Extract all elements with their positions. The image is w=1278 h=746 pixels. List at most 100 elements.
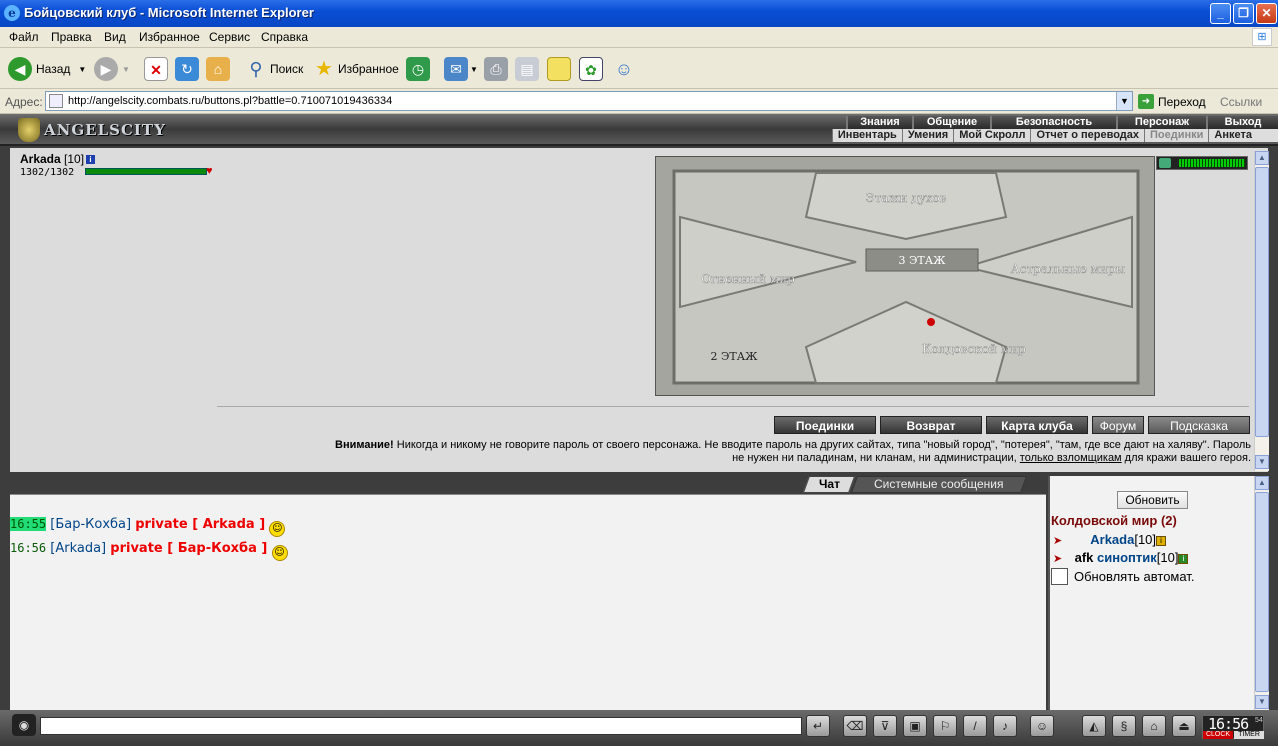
character-level: [10] [64, 152, 85, 166]
eraser-icon[interactable]: ⌫ [843, 715, 867, 737]
menu-edit[interactable]: Правка [51, 30, 92, 44]
message-private-to[interactable]: private [ Бар-Кохба ] [110, 541, 267, 556]
minimize-button[interactable]: _ [1210, 3, 1231, 24]
filter-icon[interactable]: ⊽ [873, 715, 897, 737]
nav-knowledge[interactable]: Знания [846, 116, 912, 129]
nav-my-scroll[interactable]: Мой Скролл [953, 129, 1030, 142]
message-time[interactable]: 16:56 [10, 541, 46, 555]
address-label: Адрес: [5, 95, 43, 109]
scroll-thumb[interactable] [1255, 167, 1269, 437]
nav-exit[interactable]: Выход [1206, 116, 1278, 129]
favorites-button[interactable]: ★ Избранное [312, 55, 399, 83]
message-private-to[interactable]: private [ Arkada ] [135, 517, 265, 532]
auto-refresh-checkbox[interactable] [1051, 568, 1068, 585]
sound-icon[interactable]: ♪ [993, 715, 1017, 737]
side-scrollbar[interactable]: ▲ ▼ [1254, 476, 1269, 710]
back-button[interactable]: ◀ Назад ▼ [8, 55, 86, 83]
lock-icon[interactable]: ⌂ [1142, 715, 1166, 737]
address-input[interactable]: http://angelscity.combats.ru/buttons.pl?… [45, 91, 1133, 111]
mail-icon[interactable]: ✉ [444, 57, 468, 81]
menu-file[interactable]: Файл [9, 30, 39, 44]
note-icon[interactable] [547, 57, 571, 81]
user-name[interactable]: синоптик [1097, 550, 1157, 565]
club-map-button[interactable]: Карта клуба [986, 416, 1088, 434]
scroll-down-icon[interactable]: ▼ [1255, 455, 1269, 469]
nav-skills[interactable]: Умения [901, 129, 953, 142]
forward-button[interactable]: ▶ ▼ [94, 55, 130, 83]
refresh-icon[interactable]: ↻ [175, 57, 199, 81]
forum-button[interactable]: Форум [1092, 416, 1144, 434]
chat-speaker-icon[interactable]: ◉ [12, 714, 36, 736]
walk-icon[interactable]: ⚐ [933, 715, 957, 737]
scroll-up-icon[interactable]: ▲ [1255, 476, 1269, 490]
messenger-icon[interactable]: ☺ [612, 57, 636, 81]
nav-character[interactable]: Персонаж [1116, 116, 1206, 129]
links-button[interactable]: Ссылки [1220, 95, 1262, 109]
scroll-down-icon[interactable]: ▼ [1255, 695, 1269, 709]
save-icon[interactable]: ▣ [903, 715, 927, 737]
forward-arrow-icon: ▶ [94, 57, 118, 81]
map-label-floor-2[interactable]: 2 ЭТАЖ [711, 350, 759, 363]
home-icon[interactable]: ⌂ [206, 57, 230, 81]
scroll-icon[interactable]: § [1112, 715, 1136, 737]
translit-icon[interactable]: / [963, 715, 987, 737]
smile-menu-icon[interactable]: ☺ [1030, 715, 1054, 737]
timer-label[interactable]: TIMER [1234, 731, 1264, 739]
game-main-panel: Arkada [10] i 1302/1302 ♥ Этажи духов 3 Э… [10, 148, 1268, 472]
info-icon[interactable]: i [1156, 536, 1167, 546]
chevron-down-icon[interactable]: ▼ [122, 65, 130, 74]
message-sender[interactable]: [Arkada] [50, 541, 106, 556]
tab-chat[interactable]: Чат [802, 476, 856, 493]
edit-icon[interactable]: ▤ [515, 57, 539, 81]
stop-icon[interactable]: ✕ [144, 57, 168, 81]
refresh-button[interactable]: Обновить [1117, 491, 1188, 509]
speaker-icon[interactable] [1159, 158, 1171, 168]
nav-transfers-report[interactable]: Отчет о переводах [1030, 129, 1144, 142]
search-label: Поиск [270, 62, 304, 76]
menu-help[interactable]: Справка [261, 30, 308, 44]
return-button[interactable]: Возврат [880, 416, 982, 434]
tab-system-messages[interactable]: Системные сообщения [850, 476, 1028, 493]
message-sender[interactable]: [Бар-Кохба] [50, 517, 131, 532]
nav-inventory[interactable]: Инвентарь [831, 129, 902, 142]
scroll-up-icon[interactable]: ▲ [1255, 151, 1269, 165]
nav-communication[interactable]: Общение [912, 116, 990, 129]
warning-link[interactable]: только взломщикам [1020, 452, 1122, 464]
nav-duels[interactable]: Поединки [1144, 129, 1208, 142]
game-buttons: Поединки Возврат Карта клуба Форум Подск… [774, 416, 1250, 434]
scroll-thumb[interactable] [1255, 492, 1269, 692]
nav-bottom: Инвентарь Умения Мой Скролл Отчет о пере… [831, 129, 1278, 142]
menu-favorites[interactable]: Избранное [139, 30, 200, 44]
back-label: Назад [36, 62, 71, 76]
chat-input[interactable] [40, 717, 802, 735]
send-icon[interactable]: ↵ [806, 715, 830, 737]
print-icon[interactable]: ⎙ [484, 57, 508, 81]
nav-profile[interactable]: Анкета [1208, 129, 1278, 142]
chevron-down-icon[interactable]: ▼ [1116, 92, 1132, 110]
user-name[interactable]: Arkada [1090, 532, 1134, 547]
maximize-button[interactable]: ❐ [1233, 3, 1254, 24]
private-arrow-icon[interactable]: ➤ [1053, 552, 1071, 565]
icq-flower-icon[interactable]: ✿ [579, 57, 603, 81]
chevron-down-icon[interactable]: ▼ [78, 65, 86, 74]
page-icon [49, 94, 63, 108]
menu-tools[interactable]: Сервис [209, 30, 250, 44]
help-button[interactable]: Подсказка [1148, 416, 1250, 434]
bag-icon[interactable]: ◭ [1082, 715, 1106, 737]
close-button[interactable]: ✕ [1256, 3, 1277, 24]
chevron-down-icon[interactable]: ▼ [470, 65, 478, 74]
nav-security[interactable]: Безопасность [990, 116, 1116, 129]
exit-icon[interactable]: ⏏ [1172, 715, 1196, 737]
duels-button[interactable]: Поединки [774, 416, 876, 434]
go-button[interactable]: ➜ Переход [1138, 94, 1206, 109]
hp-text: 1302/1302 [20, 167, 75, 178]
private-arrow-icon[interactable]: ➤ [1053, 534, 1071, 547]
menu-view[interactable]: Вид [104, 30, 126, 44]
history-icon[interactable]: ◷ [406, 57, 430, 81]
upper-scrollbar[interactable]: ▲ ▼ [1254, 151, 1269, 471]
clock-label[interactable]: CLOCK [1203, 731, 1233, 739]
info-icon[interactable]: i [1178, 554, 1189, 564]
search-button[interactable]: ⚲ Поиск [244, 55, 303, 83]
message-time[interactable]: 16:55 [10, 517, 47, 531]
info-icon[interactable]: i [86, 155, 96, 164]
